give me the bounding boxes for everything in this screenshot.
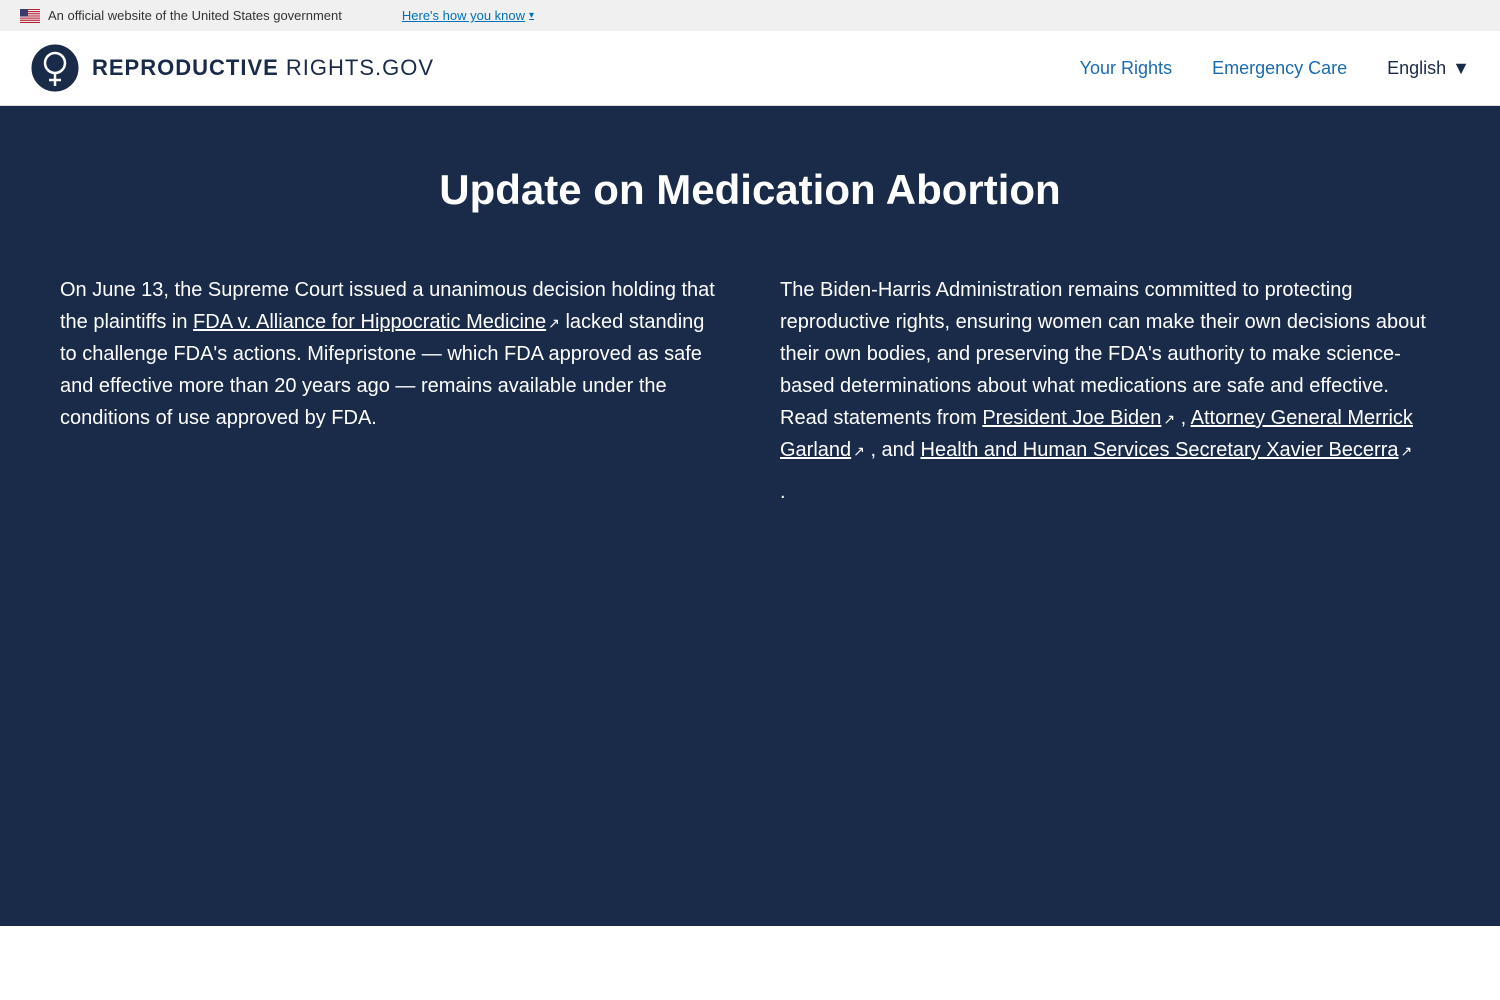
hero-title: Update on Medication Abortion	[60, 166, 1440, 214]
how-you-know-link[interactable]: Here's how you know ▾	[402, 8, 534, 23]
site-header: REPRODUCTIVE RIGHTS.GOV Your Rights Emer…	[0, 31, 1500, 106]
right-text-3: , and	[865, 439, 921, 461]
external-link-icon-3: ↗︎	[853, 440, 865, 462]
logo-icon	[30, 43, 80, 93]
gov-banner-left: An official website of the United States…	[20, 8, 342, 23]
period: .	[780, 476, 1440, 508]
right-column-paragraph: The Biden-Harris Administration remains …	[780, 274, 1440, 508]
president-biden-link[interactable]: President Joe Biden↗︎	[982, 407, 1175, 429]
main-nav: Your Rights Emergency Care English ▼	[1080, 58, 1470, 79]
how-you-know-text: Here's how you know	[402, 8, 525, 23]
fda-alliance-link[interactable]: FDA v. Alliance for Hippocratic Medicine…	[193, 311, 560, 333]
nav-your-rights[interactable]: Your Rights	[1080, 58, 1172, 79]
logo-text: REPRODUCTIVE RIGHTS.GOV	[92, 55, 434, 81]
logo-dotgov: .GOV	[375, 55, 434, 80]
logo-reproductive: REPRODUCTIVE	[92, 55, 279, 80]
hero-section: Update on Medication Abortion On June 13…	[0, 106, 1500, 926]
hhs-secretary-text: Health and Human Services Secretary Xavi…	[921, 439, 1399, 461]
left-column: On June 13, the Supreme Court issued a u…	[60, 274, 720, 508]
hhs-secretary-link[interactable]: Health and Human Services Secretary Xavi…	[921, 439, 1413, 461]
external-link-icon: ↗︎	[548, 312, 560, 334]
hero-columns: On June 13, the Supreme Court issued a u…	[60, 274, 1440, 508]
gov-banner-text: An official website of the United States…	[48, 8, 342, 23]
nav-emergency-care[interactable]: Emergency Care	[1212, 58, 1347, 79]
language-selector[interactable]: English ▼	[1387, 58, 1470, 79]
logo-rights: RIGHTS	[279, 55, 375, 80]
language-label: English	[1387, 58, 1446, 79]
external-link-icon-2: ↗︎	[1163, 408, 1175, 430]
external-link-icon-4: ↗︎	[1401, 440, 1413, 462]
fda-link-text: FDA v. Alliance for Hippocratic Medicine	[193, 311, 546, 333]
left-column-paragraph: On June 13, the Supreme Court issued a u…	[60, 274, 720, 434]
right-text-2: ,	[1175, 407, 1191, 429]
gov-banner: An official website of the United States…	[0, 0, 1500, 31]
president-biden-text: President Joe Biden	[982, 407, 1161, 429]
logo-area: REPRODUCTIVE RIGHTS.GOV	[30, 43, 434, 93]
right-column: The Biden-Harris Administration remains …	[780, 274, 1440, 508]
chevron-down-icon: ▾	[529, 10, 534, 21]
language-dropdown-arrow: ▼	[1452, 58, 1470, 79]
us-flag-icon	[20, 9, 40, 23]
